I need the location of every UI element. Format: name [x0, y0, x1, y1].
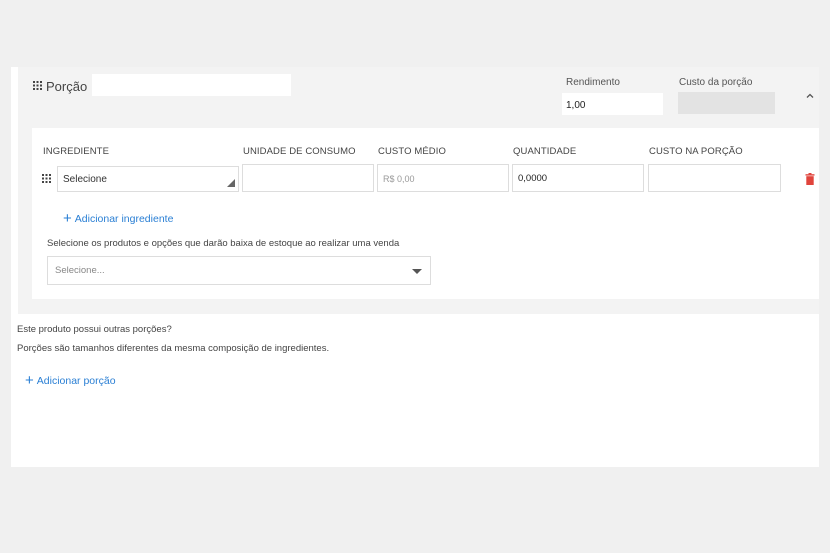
row-drag-handle-icon[interactable] [42, 174, 51, 183]
quantidade-input[interactable]: 0,0000 [512, 164, 644, 192]
custo-porcao-label: Custo da porção [679, 77, 753, 88]
unidade-input[interactable] [242, 164, 374, 192]
ingredient-select-value: Selecione [63, 174, 107, 185]
chevron-up-icon[interactable] [805, 88, 815, 98]
col-header-ingrediente: INGREDIENTE [43, 146, 110, 157]
portion-name-input[interactable] [92, 74, 291, 96]
plus-icon: + [25, 372, 34, 389]
col-header-quantidade: QUANTIDADE [513, 146, 577, 157]
add-ingredient-button[interactable]: + Adicionar ingrediente [63, 210, 173, 227]
stock-select[interactable]: Selecione... [47, 256, 431, 285]
custo-porcao-field [678, 92, 775, 114]
stock-label: Selecione os produtos e opções que darão… [47, 238, 400, 249]
resize-corner-icon [227, 179, 235, 187]
plus-icon: + [63, 210, 72, 227]
other-portions-explanation: Porções são tamanhos diferentes da mesma… [17, 343, 330, 354]
caret-down-icon [412, 269, 422, 274]
col-header-unidade: UNIDADE DE CONSUMO [243, 146, 356, 157]
col-header-custo-medio: CUSTO MÉDIO [378, 146, 446, 157]
ingredient-select[interactable]: Selecione [57, 166, 239, 192]
custo-porcao-row-field [648, 164, 781, 192]
col-header-custo-porcao: CUSTO NA PORÇÃO [649, 146, 743, 157]
add-portion-label: Adicionar porção [36, 375, 116, 387]
add-portion-button[interactable]: + Adicionar porção [25, 372, 116, 389]
add-ingredient-label: Adicionar ingrediente [74, 213, 174, 225]
rendimento-label: Rendimento [566, 77, 620, 88]
rendimento-input[interactable]: 1,00 [562, 93, 663, 115]
drag-handle-icon[interactable] [33, 81, 42, 90]
other-portions-question: Este produto possui outras porções? [17, 324, 172, 335]
trash-icon[interactable] [805, 172, 815, 185]
stock-select-placeholder: Selecione... [55, 265, 105, 276]
custo-medio-field: R$ 0,00 [377, 164, 509, 192]
portion-label: Porção [46, 79, 88, 94]
